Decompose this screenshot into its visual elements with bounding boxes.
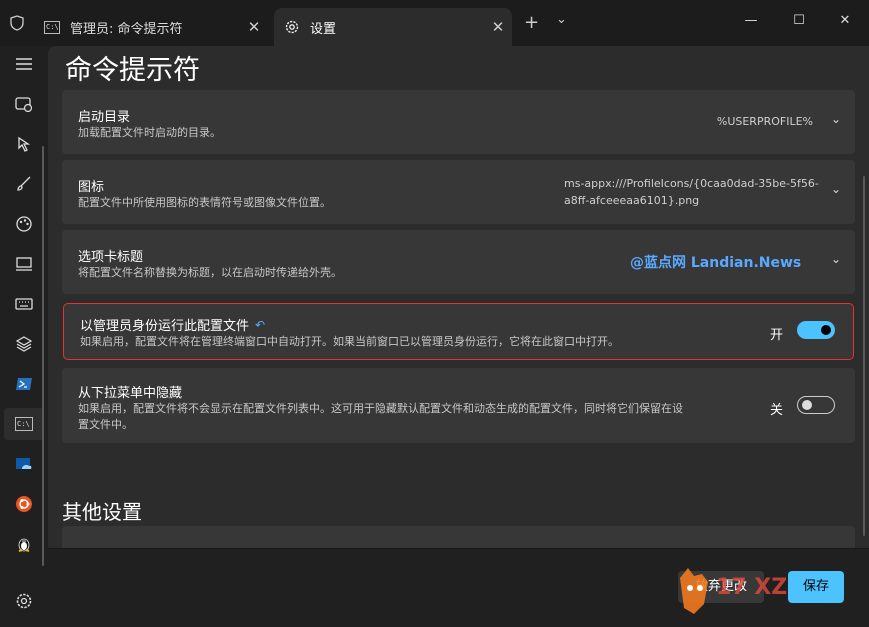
sidebar: C:\ [0, 46, 48, 626]
card-title: 启动目录 [78, 110, 131, 125]
card-description: 如果启用，配置文件将在管理终端窗口中自动打开。如果当前窗口已以管理员身份运行，它… [80, 335, 619, 348]
card-description: 加载配置文件时启动的目录。 [78, 126, 221, 139]
run-as-admin-toggle[interactable] [797, 321, 835, 339]
minimize-button[interactable]: — [728, 8, 774, 34]
chevron-down-icon[interactable]: ⌄ [831, 252, 841, 266]
toggle-state-label: 开 [770, 328, 784, 343]
rendering-icon[interactable] [4, 248, 44, 280]
icon-card[interactable]: 图标 配置文件中所使用图标的表情符号或图像文件位置。 ms-appx:///Pr… [62, 160, 855, 224]
maximize-button[interactable]: ☐ [776, 8, 822, 34]
toggle-state-label: 关 [770, 403, 784, 418]
toggle-knob [802, 400, 812, 410]
close-window-button[interactable]: ✕ [822, 8, 868, 34]
title-bar: C:\ 管理员: 命令提示符 ✕ 设置 ✕ + ⌄ — ☐ ✕ [0, 0, 869, 46]
interaction-icon[interactable] [4, 128, 44, 160]
page-title: 命令提示符 [65, 55, 200, 86]
card-title: 选项卡标题 [78, 250, 144, 265]
icon-path-value-cont: a8ff-afceeeaa6101}.png [564, 194, 700, 207]
run-as-admin-card[interactable]: 以管理员身份运行此配置文件 ↶ 如果启用，配置文件将在管理终端窗口中自动打开。如… [63, 303, 854, 360]
card-description: 将配置文件名称替换为标题，以在启动时传递给外壳。 [78, 266, 342, 279]
revert-icon[interactable]: ↶ [255, 318, 265, 332]
shield-icon [10, 15, 24, 31]
menu-icon[interactable] [4, 48, 44, 80]
card-title: 图标 [78, 180, 105, 195]
close-icon[interactable]: ✕ [240, 18, 268, 36]
azure-icon[interactable] [4, 448, 44, 480]
tab-label: 管理员: 命令提示符 [70, 21, 183, 37]
icon-path-value: ms-appx:///ProfileIcons/{0caa0dad-35be-5… [564, 177, 819, 190]
tab-command-prompt[interactable]: C:\ 管理员: 命令提示符 ✕ [34, 8, 268, 46]
startup-icon[interactable] [4, 88, 44, 120]
new-tab-button[interactable]: + [524, 12, 539, 33]
appearance-icon[interactable] [4, 168, 44, 200]
ubuntu-icon[interactable] [4, 488, 44, 520]
color-schemes-icon[interactable] [4, 208, 44, 240]
chevron-down-icon[interactable]: ⌄ [831, 112, 841, 126]
hide-from-dropdown-toggle[interactable] [797, 396, 835, 414]
card-description: 如果启用，配置文件将不会显示在配置文件列表中。这可用于隐藏默认配置文件和动态生成… [78, 402, 683, 415]
watermark-text: @蓝点网 Landian.News [630, 255, 802, 271]
tab-label: 设置 [310, 21, 337, 37]
toggle-knob [821, 325, 831, 335]
cmd-icon: C:\ [44, 19, 60, 35]
card-title: 以管理员身份运行此配置文件 [80, 319, 250, 334]
settings-icon[interactable] [4, 585, 44, 617]
chevron-down-icon[interactable]: ⌄ [831, 182, 841, 196]
sidebar-scrollbar[interactable] [42, 146, 44, 566]
defaults-icon[interactable] [4, 328, 44, 360]
main-scrollbar[interactable] [863, 176, 865, 536]
starting-directory-value: %USERPROFILE% [716, 115, 813, 128]
main-panel: 命令提示符 启动目录 加载配置文件时启动的目录。 %USERPROFILE% ⌄… [48, 46, 869, 627]
hide-from-dropdown-card[interactable]: 从下拉菜单中隐藏 如果启用，配置文件将不会显示在配置文件列表中。这可用于隐藏默认… [62, 368, 855, 443]
tab-dropdown-button[interactable]: ⌄ [556, 12, 567, 27]
powershell-icon[interactable] [4, 368, 44, 400]
card-description: 配置文件中所使用图标的表情符号或图像文件位置。 [78, 196, 331, 209]
card-title-row: 以管理员身份运行此配置文件 ↶ [80, 315, 265, 335]
section-title: 其他设置 [62, 500, 142, 524]
actions-icon[interactable] [4, 288, 44, 320]
svg-text:17 XZ: 17 XZ [716, 575, 787, 600]
linux-icon[interactable] [4, 528, 44, 560]
cmd-profile-icon[interactable]: C:\ [4, 408, 44, 440]
gear-icon [284, 19, 300, 35]
starting-directory-card[interactable]: 启动目录 加载配置文件时启动的目录。 %USERPROFILE% ⌄ [62, 90, 855, 154]
card-title: 从下拉菜单中隐藏 [78, 386, 183, 401]
card-description-cont: 置文件中。 [78, 418, 133, 431]
logo-watermark-icon: 17 XZ [680, 568, 787, 614]
close-icon[interactable]: ✕ [484, 18, 512, 36]
tab-settings[interactable]: 设置 ✕ [274, 8, 512, 46]
